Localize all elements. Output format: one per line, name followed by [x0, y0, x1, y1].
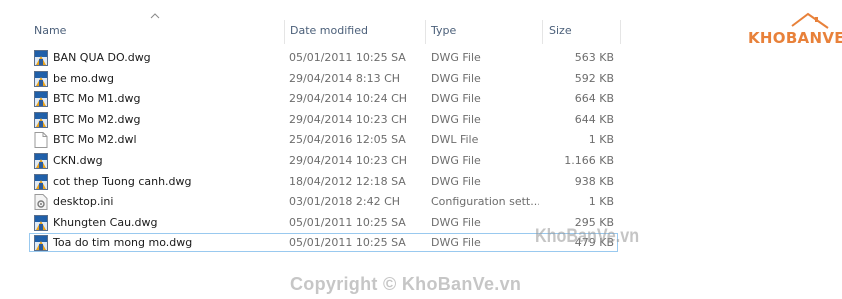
watermark-text: KhoBanVe.vn: [535, 226, 640, 247]
dwg-file-icon: [34, 50, 48, 66]
file-name: BAN QUA DO.dwg: [53, 51, 151, 64]
column-divider[interactable]: [425, 20, 426, 44]
file-row[interactable]: BAN QUA DO.dwg 05/01/2011 10:25 SA DWG Fil…: [0, 48, 620, 68]
dwg-file-icon: [34, 235, 48, 252]
file-date-modified: 18/04/2012 12:18 SA: [289, 174, 406, 188]
file-row[interactable]: BTC Mo M2.dwg 29/04/2014 10:23 CH DWG File…: [0, 110, 620, 130]
column-divider[interactable]: [620, 20, 621, 44]
blank-file-icon: [34, 132, 48, 149]
file-row[interactable]: cot thep Tuong canh.dwg 18/04/2012 12:18 …: [0, 172, 620, 192]
file-size: 938 KB: [574, 174, 614, 188]
file-size: 644 KB: [574, 112, 614, 126]
file-size: 664 KB: [574, 92, 614, 106]
file-date-modified: 29/04/2014 10:23 CH: [289, 112, 408, 126]
file-name: be mo.dwg: [53, 71, 114, 85]
dwg-file-icon: [34, 91, 48, 108]
column-header-name[interactable]: Name: [34, 20, 284, 44]
file-row[interactable]: CKN.dwg 29/04/2014 10:23 CH DWG File 1.166 …: [0, 151, 620, 171]
file-size: 1.166 KB: [564, 154, 614, 167]
file-type: Configuration sett...: [431, 195, 539, 209]
column-divider[interactable]: [284, 20, 285, 44]
file-row[interactable]: Khungten Cau.dwg 05/01/2011 10:25 SA DWG F…: [0, 213, 620, 233]
file-date-modified: 03/01/2018 2:42 CH: [289, 195, 401, 209]
file-type: DWG File: [431, 174, 481, 188]
file-size: 1 KB: [588, 133, 614, 147]
file-row[interactable]: BTC Mo M1.dwg 29/04/2014 10:24 CH DWG File…: [0, 89, 620, 109]
file-size: 563 KB: [574, 51, 614, 64]
file-type: DWG File: [431, 71, 481, 85]
file-date-modified: 05/01/2011 10:25 SA: [289, 236, 406, 250]
column-header-size[interactable]: Size: [549, 20, 619, 44]
file-name: Khungten Cau.dwg: [53, 215, 158, 229]
file-row[interactable]: be mo.dwg 29/04/2014 8:13 CH DWG File 592 K…: [0, 69, 620, 89]
file-type: DWG File: [431, 215, 481, 229]
file-type: DWL File: [431, 133, 479, 147]
khobanve-logo: KHOBANVE: [748, 12, 842, 52]
file-row[interactable]: desktop.ini 03/01/2018 2:42 CH Configurati…: [0, 192, 620, 212]
file-date-modified: 05/01/2011 10:25 SA: [289, 215, 406, 229]
column-header-type[interactable]: Type: [431, 20, 539, 44]
file-type: DWG File: [431, 236, 481, 250]
file-name: BTC Mo M1.dwg: [53, 92, 141, 106]
dwg-file-icon: [34, 111, 48, 128]
file-name: Toa do tim mong mo.dwg: [53, 236, 193, 250]
file-size: 592 KB: [574, 71, 614, 85]
dwg-file-icon: [34, 70, 48, 87]
dwg-file-icon: [34, 153, 48, 169]
file-type: DWG File: [431, 92, 481, 106]
file-date-modified: 29/04/2014 10:23 CH: [289, 154, 408, 167]
file-date-modified: 29/04/2014 8:13 CH: [289, 71, 401, 85]
dwg-file-icon: [34, 214, 48, 231]
file-type: DWG File: [431, 154, 481, 167]
logo-text: KHOBANVE: [748, 29, 842, 47]
column-header-date-modified[interactable]: Date modified: [290, 20, 425, 44]
sort-ascending-icon: [150, 13, 160, 19]
file-name: desktop.ini: [53, 195, 114, 209]
file-date-modified: 29/04/2014 10:24 CH: [289, 92, 408, 106]
column-divider[interactable]: [542, 20, 543, 44]
file-size: 1 KB: [588, 195, 614, 209]
file-type: DWG File: [431, 51, 481, 64]
column-header-row: Name Date modified Type Size: [0, 20, 621, 44]
dwg-file-icon: [34, 173, 48, 190]
file-row[interactable]: BTC Mo M2.dwl 25/04/2016 12:05 SA DWL File…: [0, 130, 620, 150]
file-name: BTC Mo M2.dwl: [53, 133, 137, 147]
file-type: DWG File: [431, 112, 481, 126]
file-row[interactable]: Toa do tim mong mo.dwg 05/01/2011 10:25 S…: [0, 233, 620, 253]
file-name: CKN.dwg: [53, 154, 103, 167]
file-date-modified: 25/04/2016 12:05 SA: [289, 133, 406, 147]
file-name: BTC Mo M2.dwg: [53, 112, 141, 126]
file-date-modified: 05/01/2011 10:25 SA: [289, 51, 406, 64]
settings-file-icon: [34, 194, 48, 211]
file-name: cot thep Tuong canh.dwg: [53, 174, 192, 188]
copyright-watermark: Copyright © KhoBanVe.vn: [290, 274, 522, 294]
